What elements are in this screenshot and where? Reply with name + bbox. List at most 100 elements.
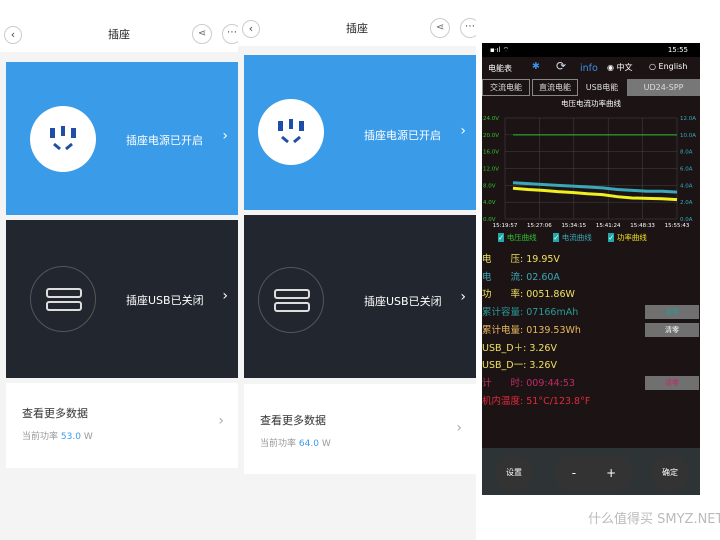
y-tick-left: 20.0V	[483, 133, 499, 139]
usb-icon	[30, 266, 96, 332]
x-tick: 15:27:06	[527, 223, 552, 229]
reading-row: USB_D一: 3.26V	[482, 357, 557, 371]
status-time: 15:55	[667, 46, 688, 54]
y-tick-left: 8.0V	[483, 183, 496, 189]
signal-icon: ▪ᐧıl ⌔	[490, 46, 510, 54]
legend-power[interactable]: ✓ 功率曲线	[608, 233, 647, 242]
reading-row: 功 率: 0051.86W	[482, 286, 575, 300]
reading-label: USB_D一:	[482, 360, 527, 372]
reading-label: 累计容量:	[482, 307, 524, 319]
more-data-label: 查看更多数据	[260, 414, 326, 427]
power-chart: 0.0V 0.0A4.0V 2.0A8.0V 4.0A12.0V 6.0A16.0V 8.…	[483, 116, 696, 229]
reading-value: 009:44:53	[526, 377, 575, 389]
x-tick: 15:19:57	[493, 223, 518, 229]
chart-title: 电压电流功率曲线	[561, 99, 621, 108]
x-tick: 15:48:33	[630, 223, 655, 229]
share-icon[interactable]: ⋖	[430, 18, 450, 38]
current-power: 当前功率 64.0 W	[260, 439, 331, 449]
confirm-button[interactable]: 确定	[652, 455, 688, 491]
x-tick: 15:34:15	[561, 223, 586, 229]
header: ‹ 插座 ⋖ ⋯	[0, 18, 238, 52]
reading-row: 机内温度: 51°C/123.8°F	[482, 393, 590, 407]
adjust-buttons: - +	[554, 455, 634, 491]
page-title: 插座	[346, 22, 368, 35]
reading-row: 电 流: 02.60A	[482, 269, 560, 283]
reading-value: 07166mAh	[526, 307, 579, 319]
y-tick-left: 12.0V	[483, 167, 499, 173]
more-data-row[interactable]: 查看更多数据 当前功率 53.0 W ›	[6, 383, 238, 468]
power-meter-app: ▪ᐧıl ⌔ 15:55 电能表 ✱ ⟳ info ◉ 中文 ○ English…	[482, 43, 700, 495]
plus-button[interactable]: +	[606, 466, 616, 480]
lang-cn-radio[interactable]: ◉ 中文	[607, 62, 633, 73]
clear-button[interactable]: 清零	[645, 322, 699, 337]
reading-row: 电 压: 19.95V	[482, 251, 560, 265]
reading-value: 3.26V	[529, 342, 557, 354]
y-tick-right: 2.0A	[680, 200, 693, 206]
reading-label: 机内温度:	[482, 395, 524, 407]
legend-current[interactable]: ✓ 电流曲线	[553, 233, 592, 242]
socket-power-card[interactable]: 插座电源已开启 ›	[6, 62, 238, 215]
x-tick: 15:41:24	[596, 223, 621, 229]
reading-row: 计 时: 009:44:53	[482, 375, 575, 389]
chevron-right-icon: ›	[222, 128, 228, 144]
header: ‹ 插座 ⋖ ⋯	[238, 12, 476, 46]
tab-ud24[interactable]: UD24-SPP	[627, 79, 700, 96]
chevron-right-icon: ›	[460, 289, 466, 305]
x-tick: 15:55:43	[665, 223, 690, 229]
y-tick-right: 4.0A	[680, 183, 693, 189]
usb-icon	[258, 267, 324, 333]
reading-value: 19.95V	[526, 254, 560, 265]
lang-en-radio[interactable]: ○ English	[649, 62, 687, 71]
status-bar: ▪ᐧıl ⌔ 15:55	[482, 43, 700, 57]
y-tick-left: 16.0V	[483, 150, 499, 156]
socket-icon	[30, 106, 96, 172]
reading-value: 0139.53Wh	[526, 324, 581, 336]
reading-value: 3.26V	[529, 360, 557, 372]
y-tick-right: 10.0A	[680, 133, 696, 139]
reading-label: USB_D＋:	[482, 342, 527, 354]
chevron-right-icon: ›	[456, 420, 462, 436]
back-button[interactable]: ‹	[242, 20, 260, 38]
reading-value: 51°C/123.8°F	[526, 395, 591, 407]
current-power: 当前功率 53.0 W	[22, 432, 93, 442]
legend-voltage[interactable]: ✓ 电压曲线	[498, 233, 537, 242]
reading-value: 0051.86W	[526, 289, 575, 301]
reading-value: 02.60A	[526, 271, 560, 283]
settings-button[interactable]: 设置	[496, 455, 532, 491]
more-icon[interactable]: ⋯	[460, 18, 476, 38]
watermark: 什么值得买 SMYZ.NET	[588, 512, 720, 527]
page-title: 插座	[108, 28, 130, 41]
clear-button[interactable]: 清零	[645, 375, 699, 390]
chevron-right-icon: ›	[222, 288, 228, 304]
tab-usb[interactable]: USB电能	[580, 79, 624, 96]
usb-card[interactable]: 插座USB已关闭 ›	[244, 215, 476, 378]
back-button[interactable]: ‹	[4, 26, 22, 44]
more-data-row[interactable]: 查看更多数据 当前功率 64.0 W ›	[244, 384, 476, 474]
info-link[interactable]: info	[580, 63, 598, 74]
minus-button[interactable]: -	[572, 466, 576, 480]
refresh-icon[interactable]: ⟳	[556, 59, 566, 73]
chart-legend: ✓ 电压曲线 ✓ 电流曲线 ✓ 功率曲线	[498, 232, 647, 243]
tab-ac[interactable]: 交流电能	[482, 79, 530, 96]
more-icon[interactable]: ⋯	[222, 24, 238, 44]
socket-power-card[interactable]: 插座电源已开启 ›	[244, 55, 476, 210]
reading-label: 累计电量:	[482, 324, 524, 336]
y-tick-left: 24.0V	[483, 116, 499, 122]
socket-status: 插座电源已开启	[126, 134, 203, 147]
reading-row: 累计电量: 0139.53Wh	[482, 322, 581, 336]
tab-dc[interactable]: 直流电能	[532, 79, 578, 96]
y-tick-right: 8.0A	[680, 150, 693, 156]
reading-label: 计 时:	[482, 377, 524, 389]
app-title: 电能表	[488, 64, 512, 73]
reading-label: 电 流:	[482, 271, 524, 283]
y-tick-left: 4.0V	[483, 200, 496, 206]
socket-status: 插座电源已开启	[364, 129, 441, 142]
usb-card[interactable]: 插座USB已关闭 ›	[6, 220, 238, 378]
bluetooth-icon[interactable]: ✱	[532, 61, 540, 72]
socket-icon	[258, 99, 324, 165]
usb-status: 插座USB已关闭	[126, 294, 204, 307]
share-icon[interactable]: ⋖	[192, 24, 212, 44]
clear-button[interactable]: 清零	[645, 305, 699, 320]
socket-screen-1: ‹ 插座 ⋖ ⋯ 插座电源已开启 › 插座USB已关闭 › 查看更多数据 当前功…	[0, 18, 238, 540]
reading-label: 功 率:	[482, 289, 524, 301]
